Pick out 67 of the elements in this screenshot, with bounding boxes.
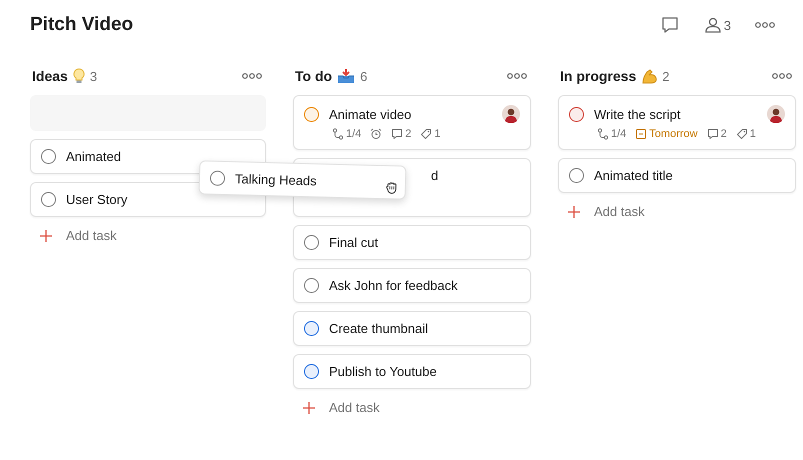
task-title: d	[431, 168, 438, 183]
task-title: Write the script	[594, 106, 680, 122]
task-checkbox[interactable]	[304, 235, 319, 250]
task-card[interactable]: Animated title	[558, 158, 796, 193]
comment-icon	[706, 128, 719, 140]
subtask-icon	[332, 128, 344, 140]
task-checkbox[interactable]	[569, 168, 584, 183]
add-task-button[interactable]: Add task	[558, 201, 655, 222]
comment-icon	[391, 128, 404, 140]
task-title: Animate video	[329, 106, 412, 122]
add-task-button[interactable]: Add task	[293, 397, 390, 418]
project-title: Pitch Video	[30, 14, 134, 36]
task-meta-text: 2	[405, 128, 412, 140]
task-card[interactable]: Publish to Youtube	[293, 354, 531, 389]
plus-icon	[303, 402, 315, 414]
flexed-arm-icon	[641, 68, 658, 84]
alarm-clock-icon	[370, 128, 382, 140]
subtask-icon	[597, 128, 609, 140]
task-checkbox[interactable]	[304, 278, 319, 293]
task-title: User Story	[66, 192, 128, 207]
calendar-icon	[635, 128, 648, 140]
more-icon	[755, 21, 775, 29]
plus-icon	[40, 230, 52, 242]
task-checkbox[interactable]	[210, 170, 226, 186]
task-meta-text: 2	[720, 128, 727, 140]
task-title: Final cut	[329, 235, 378, 250]
task-card[interactable]: Animated	[30, 139, 266, 174]
task-meta-text: 1/4	[346, 128, 362, 140]
comment-icon	[660, 15, 680, 35]
tag-icon	[736, 128, 748, 140]
task-checkbox[interactable]	[41, 192, 56, 207]
task-card[interactable]: Ask John for feedback	[293, 268, 531, 303]
task-meta-text: 1	[434, 128, 441, 140]
plus-icon	[568, 206, 580, 218]
tag-icon	[420, 128, 432, 140]
task-count: 6	[360, 68, 368, 84]
collaborators-button[interactable]: 3	[700, 14, 735, 36]
task-checkbox[interactable]	[304, 321, 319, 336]
task-card[interactable]: Create thumbnail	[293, 311, 531, 346]
task-meta-text: 1/4	[611, 128, 626, 140]
task-title: Animated	[66, 149, 121, 164]
more-icon	[772, 72, 792, 80]
more-icon	[507, 72, 527, 80]
task-checkbox[interactable]	[41, 149, 56, 164]
column-title: In progress	[560, 68, 636, 84]
task-title: Ask John for feedback	[329, 278, 458, 293]
task-meta-text: Tomorrow	[649, 128, 698, 140]
more-icon	[242, 72, 262, 80]
task-card[interactable]: Final cut	[293, 225, 531, 260]
task-meta-text: 1	[750, 128, 756, 140]
light-bulb-icon	[72, 68, 85, 84]
grab-hand-icon	[384, 180, 400, 195]
add-task-button[interactable]: Add task	[30, 225, 127, 246]
task-card[interactable]: Animate video 1/4 2 1	[293, 95, 531, 150]
task-title: Animated title	[594, 168, 673, 183]
column-title: To do	[295, 68, 332, 84]
person-icon	[704, 16, 722, 34]
task-checkbox[interactable]	[304, 364, 319, 379]
column-title: Ideas	[32, 68, 68, 84]
task-checkbox[interactable]	[569, 106, 584, 122]
task-checkbox[interactable]	[304, 106, 319, 122]
inbox-tray-icon	[337, 68, 356, 84]
task-count: 2	[662, 68, 670, 84]
task-card[interactable]: Write the script 1/4 Tomorrow 2 1	[558, 95, 796, 150]
task-title: Create thumbnail	[329, 321, 428, 336]
task-title: Publish to Youtube	[329, 364, 437, 379]
task-count: 3	[90, 68, 98, 84]
